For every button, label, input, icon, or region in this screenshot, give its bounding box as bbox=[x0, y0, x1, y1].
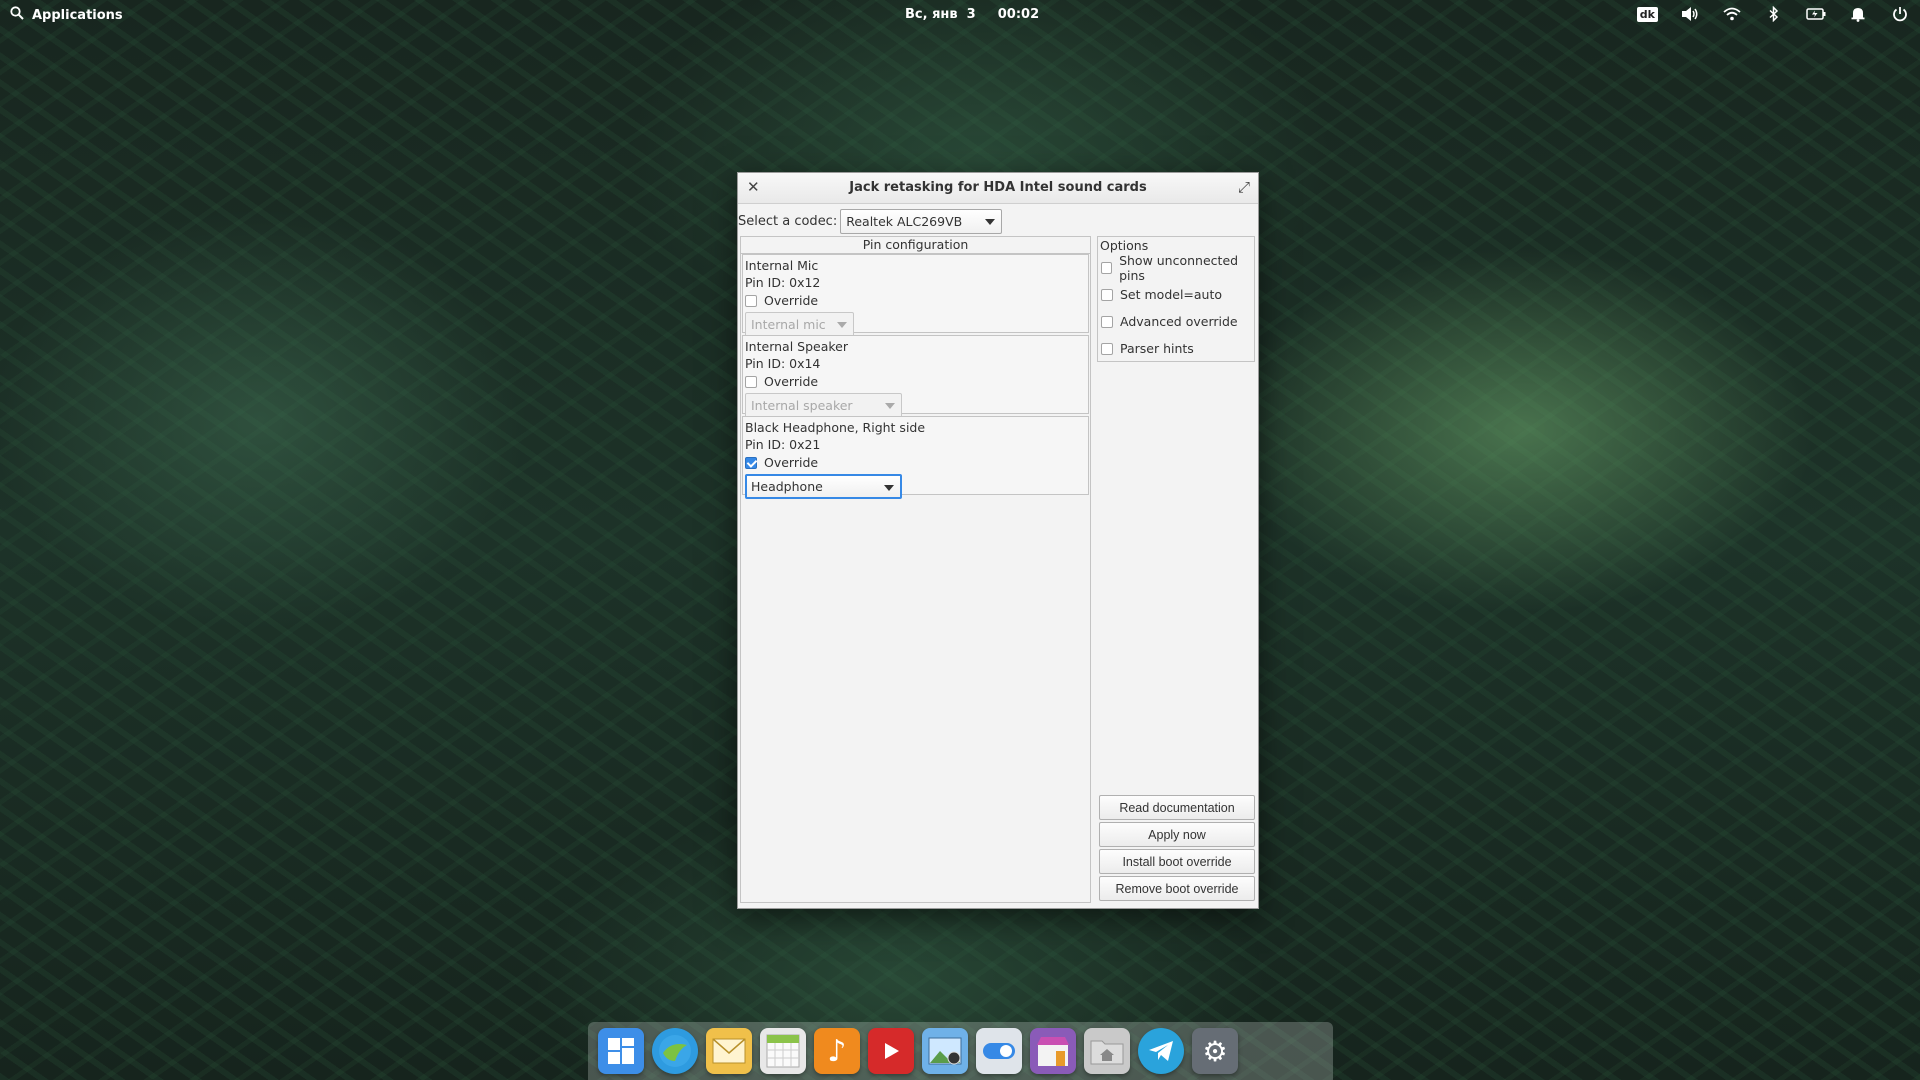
option-show-unconnected-pins[interactable]: Show unconnected pins bbox=[1098, 252, 1254, 283]
top-panel: Applications Вс, янв 3 00:02 dk bbox=[0, 0, 1920, 30]
override-checkbox-row[interactable]: Override bbox=[745, 291, 1086, 310]
window-titlebar[interactable]: ✕ Jack retasking for HDA Intel sound car… bbox=[738, 173, 1258, 204]
pin-internal-mic: Internal Mic Pin ID: 0x12 Override Inter… bbox=[742, 254, 1089, 337]
dropdown-arrow-icon bbox=[837, 322, 847, 328]
option-set-model-auto[interactable]: Set model=auto bbox=[1098, 281, 1254, 308]
apply-now-button[interactable]: Apply now bbox=[1099, 822, 1255, 847]
files-icon[interactable] bbox=[1084, 1028, 1130, 1074]
option-checkbox[interactable] bbox=[1101, 342, 1113, 355]
dock: ♪ ⚙ bbox=[588, 1022, 1333, 1080]
pin-internal-speaker: Internal Speaker Pin ID: 0x14 Override I… bbox=[742, 335, 1089, 418]
options-title: Options bbox=[1100, 238, 1149, 253]
pin-name: Internal Speaker bbox=[745, 339, 848, 354]
datetime-indicator[interactable]: Вс, янв 3 00:02 bbox=[905, 7, 1039, 22]
option-advanced-override[interactable]: Advanced override bbox=[1098, 308, 1254, 335]
codec-select[interactable]: Realtek ALC269VB bbox=[840, 208, 1003, 234]
date-label: Вс, янв 3 bbox=[905, 7, 976, 22]
pin-function-value: Internal speaker bbox=[751, 398, 853, 413]
option-checkbox[interactable] bbox=[1101, 315, 1113, 328]
applications-label: Applications bbox=[32, 7, 123, 23]
dropdown-arrow-icon bbox=[985, 218, 996, 225]
bluetooth-icon[interactable] bbox=[1764, 4, 1784, 24]
options-frame: Options Show unconnected pins Set model=… bbox=[1097, 236, 1255, 362]
system-settings-switch-icon[interactable] bbox=[976, 1028, 1022, 1074]
pin-name: Internal Mic bbox=[745, 258, 819, 273]
pin-function-value: Internal mic bbox=[751, 317, 826, 332]
override-checkbox-row[interactable]: Override bbox=[745, 372, 1086, 391]
keyboard-layout-indicator[interactable]: dk bbox=[1636, 6, 1658, 22]
settings-gear-icon[interactable]: ⚙ bbox=[1192, 1028, 1238, 1074]
web-browser-icon[interactable] bbox=[652, 1028, 698, 1074]
option-label: Advanced override bbox=[1120, 314, 1238, 329]
override-checkbox[interactable] bbox=[745, 375, 757, 388]
pin-id: Pin ID: 0x21 bbox=[745, 437, 821, 452]
override-label: Override bbox=[764, 293, 819, 308]
mail-icon[interactable] bbox=[706, 1028, 752, 1074]
notifications-icon[interactable] bbox=[1848, 4, 1868, 24]
pin-id: Pin ID: 0x12 bbox=[745, 275, 821, 290]
hdajackretask-window: ✕ Jack retasking for HDA Intel sound car… bbox=[737, 172, 1259, 909]
remove-boot-override-button[interactable]: Remove boot override bbox=[1099, 876, 1255, 901]
pin-black-headphone: Black Headphone, Right side Pin ID: 0x21… bbox=[742, 416, 1089, 499]
override-label: Override bbox=[764, 455, 819, 470]
override-checkbox[interactable] bbox=[745, 294, 757, 307]
multitasking-view-icon[interactable] bbox=[598, 1028, 644, 1074]
pin-function-select[interactable]: Internal speaker bbox=[745, 393, 902, 418]
photos-icon[interactable] bbox=[922, 1028, 968, 1074]
telegram-icon[interactable] bbox=[1138, 1028, 1184, 1074]
wifi-icon[interactable] bbox=[1722, 4, 1742, 24]
option-label: Set model=auto bbox=[1120, 287, 1223, 302]
window-title: Jack retasking for HDA Intel sound cards bbox=[849, 180, 1147, 195]
option-checkbox[interactable] bbox=[1101, 261, 1113, 274]
option-label: Show unconnected pins bbox=[1119, 252, 1239, 283]
time-label: 00:02 bbox=[997, 7, 1040, 22]
action-buttons: Read documentation Apply now Install boo… bbox=[1099, 795, 1255, 903]
pin-id: Pin ID: 0x14 bbox=[745, 356, 821, 371]
music-icon[interactable]: ♪ bbox=[814, 1028, 860, 1074]
system-tray: dk bbox=[1636, 4, 1910, 24]
maximize-icon[interactable]: ⤢ bbox=[1238, 178, 1250, 196]
install-boot-override-button[interactable]: Install boot override bbox=[1099, 849, 1255, 874]
codec-label: Select a codec: bbox=[738, 213, 838, 229]
pin-function-select[interactable]: Headphone bbox=[745, 474, 902, 499]
read-documentation-button[interactable]: Read documentation bbox=[1099, 795, 1255, 820]
applications-menu[interactable]: Applications bbox=[10, 6, 123, 24]
dropdown-arrow-icon bbox=[884, 485, 894, 491]
option-checkbox[interactable] bbox=[1101, 288, 1113, 301]
override-checkbox-row[interactable]: Override bbox=[745, 453, 1086, 472]
search-icon bbox=[10, 6, 24, 24]
dropdown-arrow-icon bbox=[885, 403, 895, 409]
power-icon[interactable] bbox=[1890, 4, 1910, 24]
volume-icon[interactable] bbox=[1680, 4, 1700, 24]
appcenter-icon[interactable] bbox=[1030, 1028, 1076, 1074]
pin-function-select[interactable]: Internal mic bbox=[745, 312, 854, 337]
codec-select-value: Realtek ALC269VB bbox=[846, 213, 963, 229]
pin-function-value: Headphone bbox=[751, 479, 823, 494]
videos-icon[interactable] bbox=[868, 1028, 914, 1074]
option-label: Parser hints bbox=[1120, 341, 1194, 356]
override-label: Override bbox=[764, 374, 819, 389]
codec-row: Select a codec: Realtek ALC269VB bbox=[738, 207, 1003, 235]
pin-configuration-title: Pin configuration bbox=[741, 237, 1090, 254]
battery-icon[interactable] bbox=[1806, 4, 1826, 24]
calendar-icon[interactable] bbox=[760, 1028, 806, 1074]
override-checkbox[interactable] bbox=[745, 456, 757, 469]
option-parser-hints[interactable]: Parser hints bbox=[1098, 335, 1254, 362]
pin-configuration-frame: Pin configuration Internal Mic Pin ID: 0… bbox=[740, 236, 1091, 903]
pin-name: Black Headphone, Right side bbox=[745, 420, 926, 435]
